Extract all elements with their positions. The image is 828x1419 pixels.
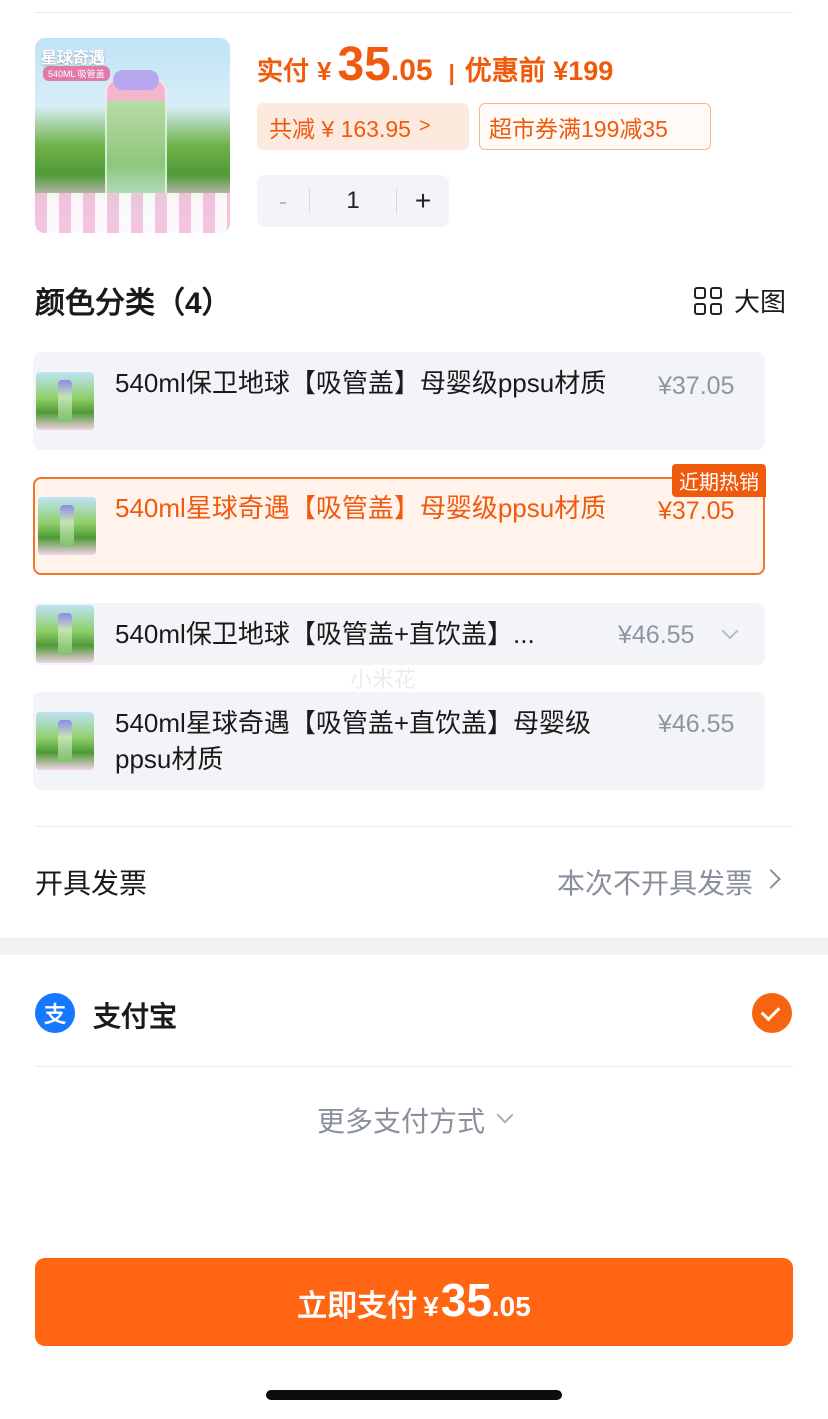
big-view-label: 大图 [733, 287, 786, 317]
total-reduction-text: 共减 ¥ 163.95 [269, 115, 411, 142]
price-line: 实付 ¥ 35 .05 | 优惠前 ¥199 [257, 40, 613, 90]
invoice-label: 开具发票 [35, 868, 148, 899]
alipay-icon: 支 [35, 993, 75, 1033]
product-image-badge-sub: 540ML 吸管盖 [43, 66, 110, 81]
chevron-right-icon: > [418, 115, 431, 137]
price-decimal: .05 [390, 54, 433, 87]
alipay-label[interactable]: 支付宝 [93, 995, 177, 1035]
product-image[interactable]: 星球奇遇 540ML 吸管盖 [35, 38, 230, 233]
color-option[interactable]: 540ml星球奇遇【吸管盖+直饮盖】母婴级ppsu材质 ¥46.55 [33, 692, 765, 790]
bottle-lid-graphic [113, 70, 159, 90]
option-price: ¥37.05 [658, 497, 735, 525]
pay-price-integer: 35 [440, 1274, 492, 1326]
check-icon[interactable] [752, 993, 792, 1033]
quantity-value[interactable]: 1 [310, 187, 396, 215]
decrease-button[interactable]: - [257, 186, 309, 217]
coupon-chip[interactable]: 超市券满199减35 [479, 103, 711, 150]
pay-now-button[interactable]: 立即支付 ¥ 35 .05 [35, 1258, 793, 1346]
quantity-stepper: - 1 + [257, 175, 449, 227]
option-price: ¥46.55 [618, 621, 695, 649]
chevron-down-icon[interactable] [721, 622, 739, 640]
option-label: 540ml星球奇遇【吸管盖】母婴级ppsu材质 [115, 493, 607, 523]
pay-label: 实付 [257, 56, 310, 86]
color-section-title: 颜色分类（4） [35, 287, 232, 320]
pay-now-label: 立即支付 [297, 1290, 418, 1323]
pay-price-decimal: .05 [491, 1291, 531, 1322]
watermark: 小米花 [350, 667, 417, 692]
option-price: ¥46.55 [658, 710, 735, 738]
more-payment-methods[interactable]: 更多支付方式 [0, 1100, 828, 1140]
product-image-badge: 星球奇遇 [41, 50, 106, 67]
original-price: 优惠前 ¥199 [464, 56, 614, 86]
section-gap [0, 938, 828, 955]
payment-divider [35, 1066, 793, 1067]
picnic-cloth-graphic [35, 193, 230, 233]
increase-button[interactable]: + [397, 185, 449, 217]
big-view-toggle[interactable]: 大图 [693, 282, 786, 319]
coupon-text: 超市券满199减35 [489, 115, 668, 142]
home-indicator[interactable] [266, 1390, 562, 1400]
color-option[interactable]: 540ml保卫地球【吸管盖】母婴级ppsu材质 ¥37.05 [33, 352, 765, 450]
option-thumbnail [36, 605, 94, 663]
option-label: 540ml保卫地球【吸管盖】母婴级ppsu材质 [115, 368, 607, 398]
more-payment-label: 更多支付方式 [316, 1106, 485, 1137]
color-option[interactable]: 540ml保卫地球【吸管盖+直饮盖】... ¥46.55 [33, 603, 765, 665]
chevron-right-icon[interactable] [761, 869, 781, 889]
pay-currency: ¥ [423, 1291, 439, 1322]
invoice-value[interactable]: 本次不开具发票 [557, 862, 753, 902]
option-price: ¥37.05 [658, 372, 735, 400]
option-label: 540ml星球奇遇【吸管盖+直饮盖】母婴级ppsu材质 [115, 708, 591, 774]
section-divider [35, 826, 793, 827]
hot-sale-tag: 近期热销 [672, 464, 766, 497]
chevron-down-icon [496, 1106, 514, 1124]
option-thumbnail [36, 712, 94, 770]
currency-symbol: ¥ [317, 56, 332, 86]
color-option-selected[interactable]: 近期热销 540ml星球奇遇【吸管盖】母婴级ppsu材质 ¥37.05 [33, 464, 766, 575]
total-reduction-chip[interactable]: 共减 ¥ 163.95 > [257, 103, 469, 150]
grid-icon [693, 286, 722, 315]
price-integer: 35 [337, 38, 391, 91]
option-thumbnail [36, 372, 94, 430]
price-separator: | [448, 60, 455, 85]
option-thumbnail [38, 497, 96, 555]
option-label: 540ml保卫地球【吸管盖+直饮盖】... [115, 619, 535, 649]
top-divider [35, 12, 793, 13]
